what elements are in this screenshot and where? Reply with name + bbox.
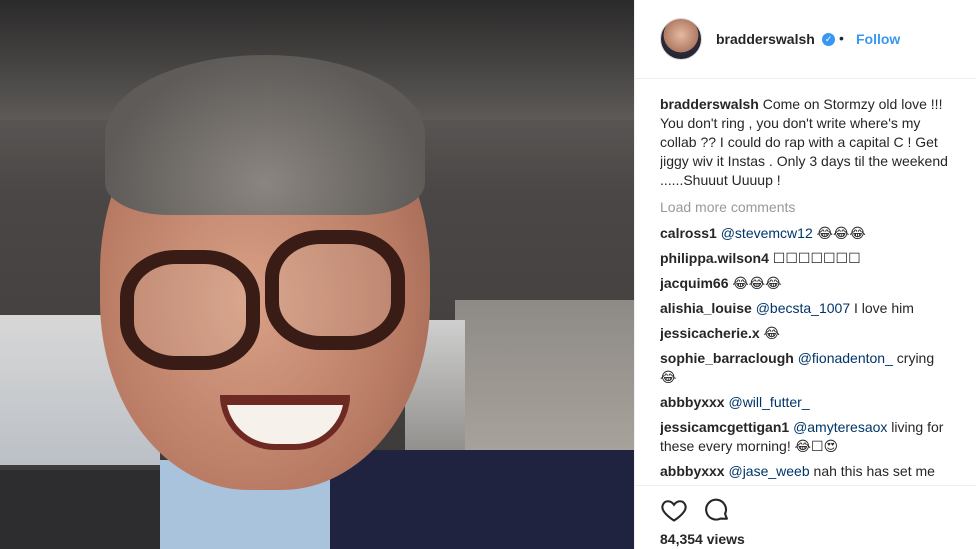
post-side-panel: bradderswalsh ✓ • Follow bradderswalsh C…	[634, 0, 976, 549]
comment-text: 😂	[763, 325, 780, 341]
person-hair	[105, 55, 425, 215]
comment-username[interactable]: philippa.wilson4	[660, 250, 769, 266]
post-actions: 84,354 views	[635, 485, 976, 549]
verified-badge-icon: ✓	[822, 33, 835, 46]
comment-item: jessicacherie.x 😂	[660, 324, 952, 343]
comment-text: 😂😂😂	[812, 225, 866, 241]
person-glasses	[120, 230, 410, 380]
comment-username[interactable]: jacquim66	[660, 275, 728, 291]
view-count: 84,354 views	[660, 531, 745, 547]
glasses-lens-right	[265, 230, 405, 350]
comment-text: 😂😂😂	[732, 275, 782, 291]
comment-mention[interactable]: @will_futter_	[728, 394, 809, 410]
comment-username[interactable]: sophie_barraclough	[660, 350, 794, 366]
comment-item: abbbyxxx @will_futter_	[660, 393, 952, 412]
comment-mention[interactable]: @amyteresaox	[793, 419, 887, 435]
comment-username[interactable]: abbbyxxx	[660, 394, 725, 410]
comment-username[interactable]: alishia_louise	[660, 300, 752, 316]
comment-text: I love him	[850, 300, 914, 316]
comment-text: ☐☐☐☐☐☐☐	[772, 250, 861, 266]
caption-username[interactable]: bradderswalsh	[660, 96, 759, 112]
person-sweater	[330, 450, 634, 549]
comment-item: alishia_louise @becsta_1007 I love him	[660, 299, 952, 318]
post-video[interactable]	[0, 0, 634, 549]
comment-username[interactable]: calross1	[660, 225, 717, 241]
avatar[interactable]	[660, 18, 702, 60]
comment-bubble-icon[interactable]	[703, 496, 731, 524]
comment-item: sophie_barraclough @fionadenton_ crying …	[660, 349, 952, 387]
separator-dot: •	[839, 30, 844, 46]
comment-mention[interactable]: @becsta_1007	[756, 300, 850, 316]
comment-username[interactable]: jessicamcgettigan1	[660, 419, 789, 435]
load-more-comments-button[interactable]: Load more comments	[660, 198, 952, 217]
comment-item: calross1 @stevemcw12 😂😂😂	[660, 224, 952, 243]
comment-mention[interactable]: @jase_weeb	[728, 463, 809, 479]
post-header: bradderswalsh ✓ • Follow	[635, 0, 976, 79]
comment-username[interactable]: jessicacherie.x	[660, 325, 760, 341]
comment-mention[interactable]: @fionadenton_	[798, 350, 893, 366]
follow-button[interactable]: Follow	[856, 31, 900, 47]
heart-icon[interactable]	[660, 496, 688, 524]
header-username[interactable]: bradderswalsh	[716, 31, 815, 47]
comment-text: nah this has set me	[809, 463, 935, 479]
comment-item: jacquim66 😂😂😂	[660, 274, 952, 293]
comment-item: jessicamcgettigan1 @amyteresaox living f…	[660, 418, 952, 456]
comment-item: philippa.wilson4 ☐☐☐☐☐☐☐	[660, 249, 952, 268]
glasses-lens-left	[120, 250, 260, 370]
comment-item: abbbyxxx @jase_weeb nah this has set me	[660, 462, 952, 481]
post-caption: bradderswalsh Come on Stormzy old love !…	[660, 95, 952, 190]
comment-username[interactable]: abbbyxxx	[660, 463, 725, 479]
comments-list[interactable]: bradderswalsh Come on Stormzy old love !…	[660, 95, 952, 485]
comment-mention[interactable]: @stevemcw12	[721, 225, 813, 241]
